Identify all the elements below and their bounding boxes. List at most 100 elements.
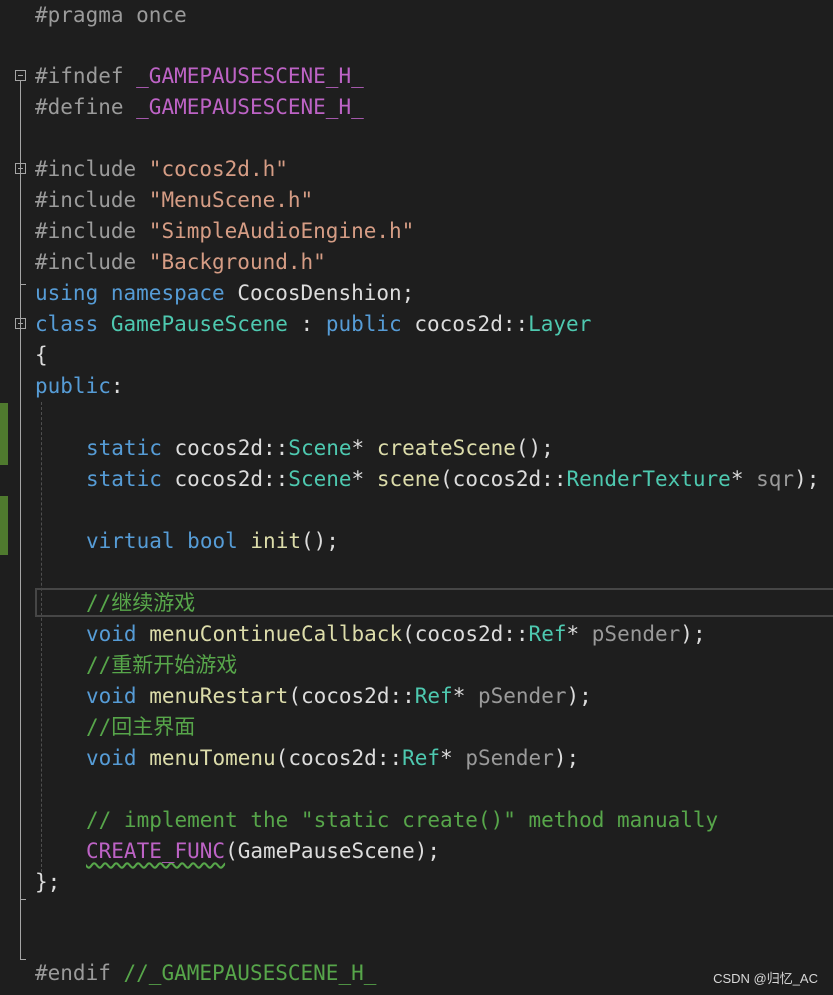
code-token: #ifndef <box>35 64 137 88</box>
code-token: ); <box>794 467 820 491</box>
fold-outline-end <box>20 284 26 285</box>
code-token: menuContinueCallback <box>149 622 403 646</box>
code-token: * <box>351 467 377 491</box>
code-token: Ref <box>402 746 441 770</box>
code-line[interactable]: static cocos2d::Scene* scene(cocos2d::Re… <box>35 464 819 495</box>
fold-outline <box>20 329 21 899</box>
fold-collapse-icon[interactable] <box>15 70 26 81</box>
code-line[interactable]: //重新开始游戏 <box>35 650 237 681</box>
code-line[interactable]: void menuTomenu(cocos2d::Ref* pSender); <box>35 743 579 774</box>
code-token: //回主界面 <box>86 715 196 739</box>
code-token: ); <box>553 746 580 770</box>
code-line[interactable]: #endif //_GAMEPAUSESCENE_H_ <box>35 958 376 989</box>
code-token: menuRestart <box>149 684 289 708</box>
code-token: { <box>35 343 48 367</box>
code-token: "SimpleAudioEngine.h" <box>148 219 415 243</box>
code-token: ); <box>680 622 706 646</box>
code-token: init <box>250 529 301 553</box>
code-token: createScene <box>376 436 516 460</box>
watermark: CSDN @归忆_AC <box>713 971 818 986</box>
code-token: "Background.h" <box>148 250 326 274</box>
code-token: pSender <box>591 622 681 646</box>
code-token: (cocos2d:: <box>275 746 403 770</box>
code-token: virtual <box>86 529 175 553</box>
code-token: menuTomenu <box>149 746 276 770</box>
fold-outline-end <box>20 899 26 900</box>
code-token: //_GAMEPAUSESCENE_H_ <box>123 961 377 985</box>
code-token: #include <box>35 188 149 212</box>
code-token: : <box>110 374 124 398</box>
code-token: Layer <box>528 312 592 336</box>
code-token: _GAMEPAUSESCENE_H_ <box>136 95 364 119</box>
code-token: static <box>86 467 162 491</box>
code-token: (); <box>515 436 554 460</box>
code-token: * <box>440 746 466 770</box>
code-token: using <box>35 281 99 305</box>
code-line[interactable]: #define _GAMEPAUSESCENE_H_ <box>35 92 364 123</box>
fold-collapse-icon[interactable] <box>15 318 26 329</box>
code-token: public <box>325 312 402 336</box>
code-token: (cocos2d:: <box>440 467 567 491</box>
code-token: public <box>35 374 111 398</box>
code-line[interactable]: #include "cocos2d.h" <box>35 154 288 185</box>
code-line[interactable]: #include "SimpleAudioEngine.h" <box>35 216 414 247</box>
fold-outline-end <box>20 959 26 960</box>
code-line[interactable]: #pragma once <box>35 0 187 31</box>
code-line[interactable]: { <box>35 340 48 371</box>
code-line[interactable]: void menuRestart(cocos2d::Ref* pSender); <box>35 681 592 712</box>
code-line[interactable]: CREATE_FUNC(GamePauseScene); <box>35 836 440 867</box>
code-token: class <box>35 312 99 336</box>
code-token: void <box>86 684 137 708</box>
code-token: #include <box>35 157 149 181</box>
code-token: Ref <box>528 622 567 646</box>
code-token: (cocos2d:: <box>402 622 529 646</box>
code-token: void <box>86 622 137 646</box>
code-token: static <box>86 436 162 460</box>
code-token: bool <box>187 529 238 553</box>
code-line[interactable]: //继续游戏 <box>35 588 195 619</box>
change-indicator <box>0 403 8 465</box>
code-token: pSender <box>477 684 567 708</box>
code-token: (); <box>300 529 339 553</box>
code-token: #include <box>35 219 149 243</box>
code-token: (GamePauseScene); <box>225 839 441 863</box>
code-line[interactable]: virtual bool init(); <box>35 526 339 557</box>
code-line[interactable]: public: <box>35 371 124 402</box>
code-token: "MenuScene.h" <box>148 188 314 212</box>
code-token: sqr <box>756 467 795 491</box>
code-token: GamePauseScene <box>110 312 288 336</box>
code-line[interactable]: using namespace CocosDenshion; <box>35 278 414 309</box>
code-token: #define <box>35 95 137 119</box>
code-line[interactable]: #include "Background.h" <box>35 247 326 278</box>
code-line[interactable]: #ifndef _GAMEPAUSESCENE_H_ <box>35 61 364 92</box>
code-token: #include <box>35 250 149 274</box>
code-token: namespace <box>110 281 225 305</box>
code-editor[interactable]: #pragma once #ifndef _GAMEPAUSESCENE_H_ … <box>0 0 833 995</box>
code-line[interactable]: // implement the "static create()" metho… <box>35 805 718 836</box>
code-token: CREATE_FUNC <box>86 839 226 863</box>
code-token: "cocos2d.h" <box>148 157 288 181</box>
code-token: Scene <box>288 436 352 460</box>
code-token: * <box>351 436 377 460</box>
code-line[interactable]: void menuContinueCallback(cocos2d::Ref* … <box>35 619 706 650</box>
code-token: cocos2d:: <box>161 436 289 460</box>
code-line[interactable]: #include "MenuScene.h" <box>35 185 313 216</box>
fold-outline <box>20 174 21 284</box>
code-line[interactable]: }; <box>35 867 60 898</box>
code-token: CocosDenshion; <box>224 281 415 305</box>
code-token: ); <box>566 684 592 708</box>
code-token: Scene <box>288 467 352 491</box>
code-token: #pragma once <box>35 3 187 27</box>
code-line[interactable]: //回主界面 <box>35 712 195 743</box>
code-line[interactable]: class GamePauseScene : public cocos2d::L… <box>35 309 591 340</box>
code-line[interactable]: static cocos2d::Scene* createScene(); <box>35 433 554 464</box>
code-token: void <box>86 746 137 770</box>
code-token: * <box>452 684 478 708</box>
fold-collapse-icon[interactable] <box>15 163 26 174</box>
